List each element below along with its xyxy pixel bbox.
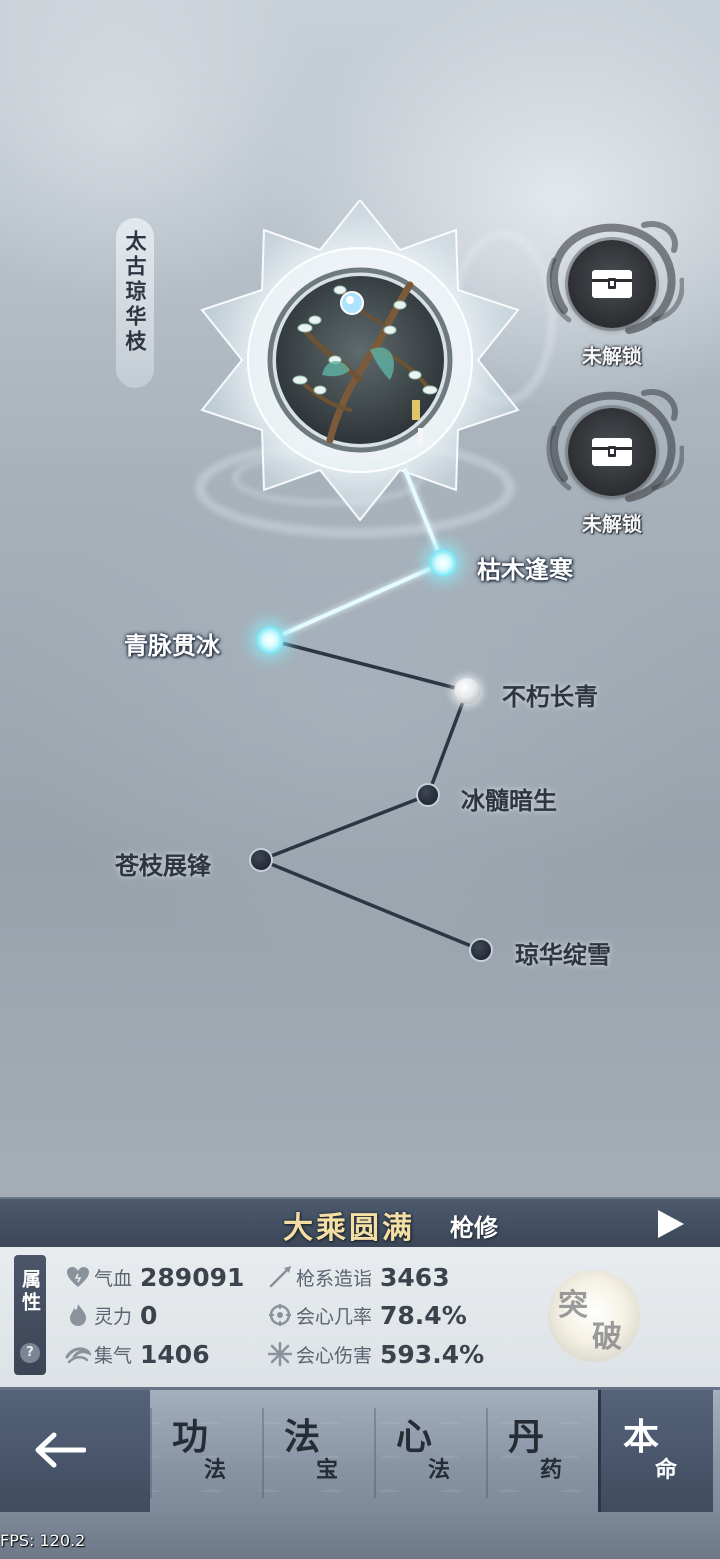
crit-chance-icon xyxy=(266,1301,294,1329)
stat-value: 593.4% xyxy=(380,1339,485,1369)
tab-big-char: 功 xyxy=(172,1417,209,1458)
stat-value: 78.4% xyxy=(380,1300,467,1330)
locked-slot-1[interactable]: 未解锁 xyxy=(534,220,694,390)
locked-slot-2[interactable]: 未解锁 xyxy=(534,388,694,558)
lock-disc xyxy=(568,408,656,496)
tab-small-char: 法 xyxy=(428,1458,451,1483)
tab-small-char: 药 xyxy=(540,1458,563,1483)
skill-node-label[interactable]: 不朽长青 xyxy=(502,677,598,712)
tab-divider xyxy=(262,1408,264,1498)
stat-crit-damage: 会心伤害 593.4% xyxy=(266,1336,484,1372)
stat-gather-qi: 集气 1406 xyxy=(64,1336,210,1372)
stat-hp: 气血 289091 xyxy=(64,1259,244,1295)
tab-gongfa[interactable]: 功 法 xyxy=(150,1390,262,1515)
tab-big-char: 本 xyxy=(623,1417,660,1458)
skill-node-label[interactable]: 琼华绽雪 xyxy=(515,935,611,970)
stat-value: 0 xyxy=(140,1300,158,1330)
tab-big-char: 丹 xyxy=(508,1417,545,1458)
bottom-nav: 功 法 法 宝 心 法 丹 药 本 命 xyxy=(0,1387,720,1515)
back-button[interactable] xyxy=(0,1390,150,1515)
stat-spear-mastery: 枪系造诣 3463 xyxy=(266,1259,450,1295)
stat-value: 3463 xyxy=(380,1262,450,1292)
skill-node-kumu-fenghan[interactable] xyxy=(429,549,457,577)
breakthrough-char: 破 xyxy=(592,1320,622,1355)
stat-crit-chance: 会心几率 78.4% xyxy=(266,1297,467,1333)
skill-node-label[interactable]: 苍枝展锋 xyxy=(115,846,211,881)
tab-divider xyxy=(486,1408,488,1498)
stat-value: 289091 xyxy=(140,1262,245,1292)
tab-benming[interactable]: 本 命 xyxy=(598,1390,713,1515)
tab-divider xyxy=(150,1408,152,1498)
fps-counter: FPS: 120.2 xyxy=(0,1531,86,1550)
skill-node-qionghua-zhanxue[interactable] xyxy=(469,938,493,962)
lock-chest-icon xyxy=(592,438,632,466)
tab-divider xyxy=(374,1408,376,1498)
lit-link xyxy=(268,561,445,642)
heart-icon xyxy=(64,1263,92,1291)
stat-label: 会心伤害 xyxy=(296,1344,373,1367)
attributes-tab[interactable]: 属性 ? xyxy=(14,1255,46,1375)
tree-link xyxy=(259,858,483,952)
realm-bar: 大乘圆满 枪修 xyxy=(0,1197,720,1249)
tab-small-char: 法 xyxy=(204,1458,227,1483)
play-arrow-icon[interactable] xyxy=(654,1208,686,1240)
tab-big-char: 心 xyxy=(396,1417,433,1458)
app-screen: 太古琼华枝 未解锁 未解锁 枯木逢寒 青脉贯冰 不朽长青 冰髓暗生 苍枝展锋 琼… xyxy=(0,0,720,1559)
tab-small-char: 宝 xyxy=(316,1458,339,1483)
attributes-tab-label: 属性 xyxy=(19,1269,41,1315)
skill-node-label[interactable]: 冰髓暗生 xyxy=(461,781,557,816)
footer-strip xyxy=(0,1512,720,1559)
tab-small-char: 命 xyxy=(655,1458,678,1483)
tab-fabao[interactable]: 法 宝 xyxy=(262,1390,374,1515)
stat-label: 会心几率 xyxy=(296,1305,373,1328)
stat-mana: 灵力 0 xyxy=(64,1297,157,1333)
tree-link xyxy=(426,689,469,797)
tab-xinfa[interactable]: 心 法 xyxy=(374,1390,486,1515)
realm-class: 枪修 xyxy=(450,1214,498,1242)
stat-label: 气血 xyxy=(94,1267,133,1290)
lock-chest-icon xyxy=(592,270,632,298)
tab-big-char: 法 xyxy=(284,1417,321,1458)
skill-node-cangzhi-zhanfeng[interactable] xyxy=(249,848,273,872)
wind-icon xyxy=(64,1340,92,1368)
locked-slot-label: 未解锁 xyxy=(582,512,642,536)
breakthrough-button[interactable]: 突 破 xyxy=(548,1270,640,1362)
artifact-title-plate: 太古琼华枝 xyxy=(116,218,154,388)
skill-node-buxiu-changqing[interactable] xyxy=(454,678,480,704)
tree-link xyxy=(268,638,469,693)
skill-node-bingsui-ansheng[interactable] xyxy=(416,783,440,807)
tree-link xyxy=(259,793,430,862)
stat-label: 灵力 xyxy=(94,1305,133,1328)
breakthrough-char: 突 xyxy=(558,1288,588,1323)
skill-node-label[interactable]: 枯木逢寒 xyxy=(477,550,573,585)
artifact-emblem[interactable] xyxy=(195,200,525,530)
realm-name: 大乘圆满 xyxy=(283,1211,415,1246)
lock-disc xyxy=(568,240,656,328)
help-icon[interactable]: ? xyxy=(20,1343,40,1363)
spear-icon xyxy=(266,1263,294,1291)
skill-node-qingmai-guanbing[interactable] xyxy=(256,626,284,654)
locked-slot-label: 未解锁 xyxy=(582,344,642,368)
tab-danyao[interactable]: 丹 药 xyxy=(486,1390,598,1515)
artifact-title: 太古琼华枝 xyxy=(123,230,147,355)
crit-damage-icon xyxy=(266,1340,294,1368)
stat-label: 集气 xyxy=(94,1344,133,1367)
back-arrow-icon xyxy=(35,1432,86,1468)
flame-icon xyxy=(64,1301,92,1329)
stat-value: 1406 xyxy=(140,1339,210,1369)
stat-label: 枪系造诣 xyxy=(296,1267,373,1290)
skill-node-label[interactable]: 青脉贯冰 xyxy=(124,626,220,661)
